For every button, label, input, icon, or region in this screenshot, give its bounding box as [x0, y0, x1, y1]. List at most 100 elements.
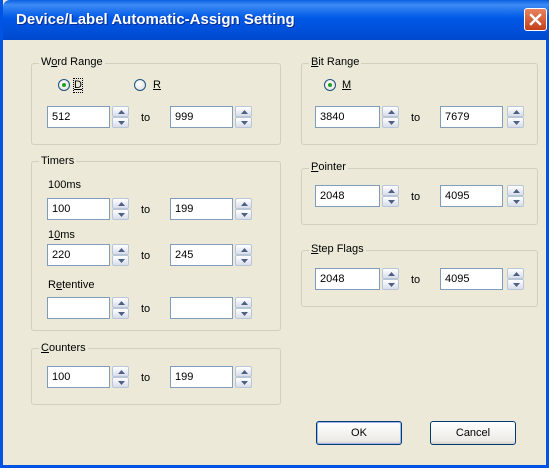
spin-up-button[interactable]: [507, 106, 524, 117]
arrow-down-icon: [241, 259, 248, 263]
word-range-to-field[interactable]: 999: [170, 106, 233, 128]
timers-10ms-from-spinner[interactable]: [112, 244, 129, 266]
spin-up-button[interactable]: [235, 297, 252, 308]
spin-down-button[interactable]: [382, 117, 399, 128]
cancel-button[interactable]: Cancel: [430, 421, 516, 445]
arrow-up-icon: [388, 189, 395, 193]
word-range-from-field[interactable]: 512: [47, 106, 110, 128]
bit-range-to-spinner[interactable]: [507, 106, 524, 128]
spin-up-button[interactable]: [112, 366, 129, 377]
spin-up-button[interactable]: [507, 268, 524, 279]
spin-up-button[interactable]: [235, 244, 252, 255]
close-button[interactable]: [524, 8, 547, 31]
arrow-up-icon: [241, 110, 248, 114]
arrow-down-icon: [118, 259, 125, 263]
word-range-group: [31, 63, 281, 145]
counters-to-field[interactable]: 199: [170, 366, 233, 388]
arrow-down-icon: [513, 283, 520, 287]
spin-down-button[interactable]: [112, 308, 129, 319]
spin-up-button[interactable]: [112, 297, 129, 308]
to-label: to: [141, 303, 151, 315]
spin-down-button[interactable]: [507, 279, 524, 290]
timers-retentive-to-field[interactable]: [170, 297, 233, 319]
ok-button[interactable]: OK: [316, 421, 402, 445]
spin-down-button[interactable]: [235, 209, 252, 220]
radio-r[interactable]: [134, 79, 146, 91]
spin-down-button[interactable]: [235, 377, 252, 388]
pointer-from-field[interactable]: 2048: [315, 185, 380, 207]
radio-m[interactable]: [324, 79, 336, 91]
spin-down-button[interactable]: [382, 279, 399, 290]
bit-range-from-field[interactable]: 3840: [315, 106, 380, 128]
arrow-up-icon: [118, 110, 125, 114]
timers-retentive-from-field[interactable]: [47, 297, 110, 319]
bit-range-label: Bit Range: [309, 56, 362, 68]
spin-up-button[interactable]: [112, 244, 129, 255]
spin-down-button[interactable]: [112, 117, 129, 128]
spin-up-button[interactable]: [235, 366, 252, 377]
spin-down-button[interactable]: [235, 117, 252, 128]
arrow-down-icon: [241, 312, 248, 316]
timers-10ms-to-field[interactable]: 245: [170, 244, 233, 266]
arrow-up-icon: [118, 248, 125, 252]
word-range-from-spinner[interactable]: [112, 106, 129, 128]
arrow-down-icon: [118, 213, 125, 217]
timers-retentive-label: Retentive: [48, 279, 95, 291]
spin-up-button[interactable]: [382, 185, 399, 196]
spin-up-button[interactable]: [382, 268, 399, 279]
timers-10ms-from-field[interactable]: 220: [47, 244, 110, 266]
spin-down-button[interactable]: [507, 196, 524, 207]
arrow-down-icon: [118, 381, 125, 385]
step-flags-from-field[interactable]: 2048: [315, 268, 380, 290]
spin-up-button[interactable]: [382, 106, 399, 117]
spin-down-button[interactable]: [235, 308, 252, 319]
timers-retentive-to-spinner[interactable]: [235, 297, 252, 319]
timers-100ms-from-field[interactable]: 100: [47, 198, 110, 220]
spin-up-button[interactable]: [235, 198, 252, 209]
bit-range-from-spinner[interactable]: [382, 106, 399, 128]
timers-100ms-label: 100ms: [48, 179, 82, 191]
title-bar[interactable]: Device/Label Automatic-Assign Setting: [3, 0, 549, 40]
bit-range-to-field[interactable]: 7679: [440, 106, 503, 128]
counters-from-spinner[interactable]: [112, 366, 129, 388]
spin-up-button[interactable]: [507, 185, 524, 196]
spin-down-button[interactable]: [112, 377, 129, 388]
spin-down-button[interactable]: [112, 209, 129, 220]
dialog-window: Device/Label Automatic-Assign Setting Wo…: [0, 0, 549, 468]
arrow-up-icon: [388, 272, 395, 276]
close-icon: [529, 13, 542, 26]
step-flags-to-spinner[interactable]: [507, 268, 524, 290]
spin-down-button[interactable]: [507, 117, 524, 128]
timers-label: Timers: [39, 155, 77, 167]
radio-selected-dot: [62, 83, 66, 87]
arrow-up-icon: [241, 248, 248, 252]
to-label: to: [141, 112, 151, 124]
pointer-from-spinner[interactable]: [382, 185, 399, 207]
word-range-to-spinner[interactable]: [235, 106, 252, 128]
step-flags-to-field[interactable]: 4095: [440, 268, 503, 290]
timers-retentive-from-spinner[interactable]: [112, 297, 129, 319]
spin-up-button[interactable]: [112, 106, 129, 117]
to-label: to: [141, 250, 151, 262]
pointer-to-field[interactable]: 4095: [440, 185, 503, 207]
radio-d-label: D: [73, 78, 83, 93]
arrow-down-icon: [513, 121, 520, 125]
timers-100ms-from-spinner[interactable]: [112, 198, 129, 220]
arrow-up-icon: [388, 110, 395, 114]
pointer-to-spinner[interactable]: [507, 185, 524, 207]
spin-down-button[interactable]: [382, 196, 399, 207]
spin-down-button[interactable]: [235, 255, 252, 266]
spin-down-button[interactable]: [112, 255, 129, 266]
spin-up-button[interactable]: [112, 198, 129, 209]
counters-to-spinner[interactable]: [235, 366, 252, 388]
radio-d[interactable]: [58, 79, 70, 91]
counters-from-field[interactable]: 100: [47, 366, 110, 388]
timers-10ms-to-spinner[interactable]: [235, 244, 252, 266]
timers-100ms-to-spinner[interactable]: [235, 198, 252, 220]
step-flags-from-spinner[interactable]: [382, 268, 399, 290]
timers-10ms-label: 10ms: [48, 229, 75, 241]
timers-100ms-to-field[interactable]: 199: [170, 198, 233, 220]
to-label: to: [411, 274, 421, 286]
spin-up-button[interactable]: [235, 106, 252, 117]
arrow-down-icon: [241, 213, 248, 217]
